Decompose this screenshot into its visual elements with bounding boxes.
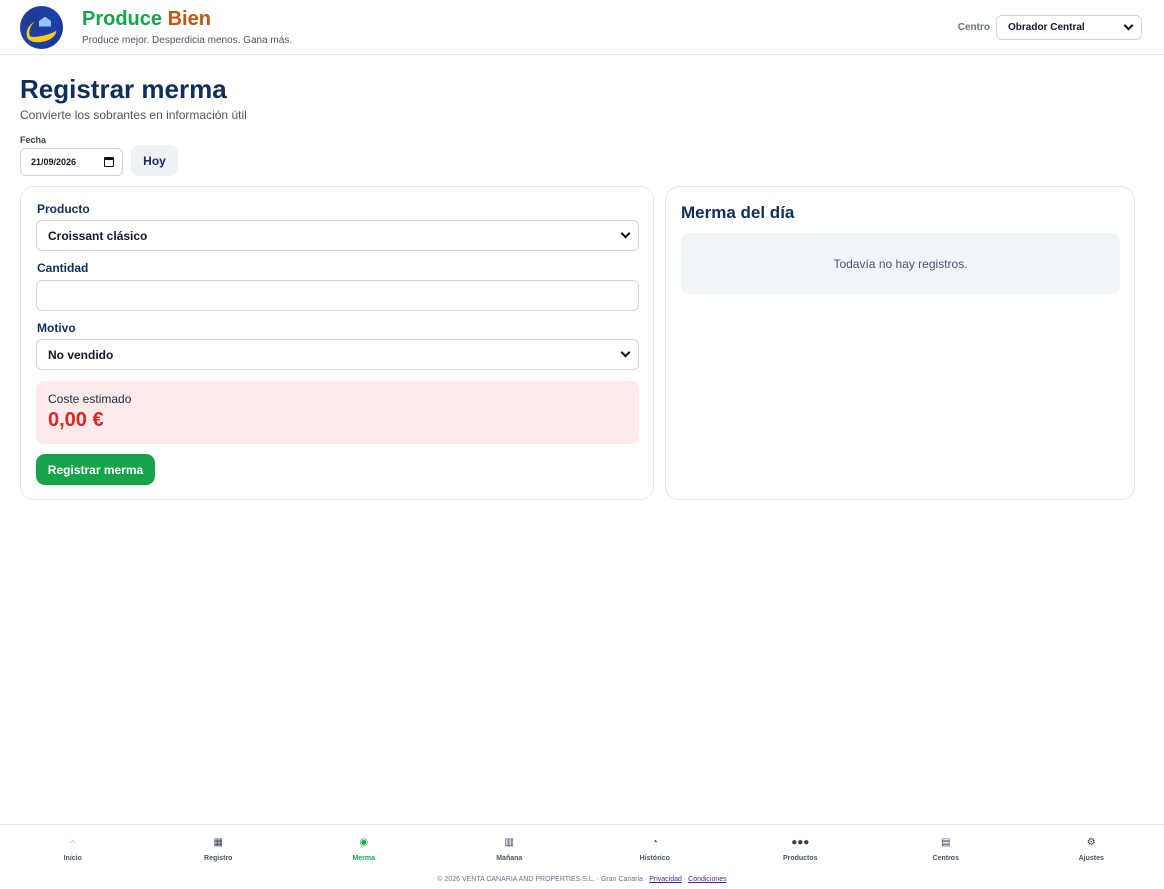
nav-item-merma[interactable]: ◉ Merma — [291, 825, 437, 872]
cantidad-label: Cantidad — [37, 261, 89, 275]
page-title: Registrar merma — [20, 74, 227, 104]
fecha-value: 21/09/2026 — [31, 157, 77, 167]
producto-select[interactable]: Croissant clásico — [36, 220, 639, 251]
clock-icon: ◔ — [651, 837, 658, 848]
registrar-merma-button[interactable]: Registrar merma — [36, 454, 155, 485]
merma-del-dia-card: Merma del día Todavía no hay registros. — [665, 186, 1135, 500]
dots-icon: ●●● — [791, 837, 810, 848]
calendar-icon[interactable] — [104, 157, 114, 167]
nav-label: Productos — [782, 855, 818, 862]
fecha-label: Fecha — [20, 135, 47, 145]
brand-name-first: Produce — [82, 8, 163, 30]
merma-form-card: Producto Croissant clásico Cantidad Moti… — [20, 186, 654, 500]
brand: Produce Bien Produce mejor. Desperdicia … — [82, 8, 292, 46]
nav-item-centros[interactable]: ▤ Centros — [873, 825, 1019, 872]
coste-estimado-box: Coste estimado 0,00 € — [36, 381, 639, 444]
nav-label: Merma — [352, 855, 376, 862]
centro-selector: Centro Obrador Central — [957, 14, 1142, 40]
nav-item-inicio[interactable]: ^ Inicio — [0, 825, 146, 872]
centro-label: Centro — [957, 21, 990, 33]
hoy-button[interactable]: Hoy — [131, 145, 178, 176]
centro-select-value: Obrador Central — [1008, 21, 1085, 33]
footer-copyright: © 2026 VENTA CANARIA AND PROPERTIES S.L.… — [437, 876, 648, 883]
nav-item-registro[interactable]: ▦ Registro — [146, 825, 292, 872]
brand-logo[interactable] — [20, 5, 63, 49]
cantidad-input[interactable] — [36, 280, 639, 311]
home-icon: ^ — [70, 838, 75, 848]
privacy-link[interactable]: Privacidad — [649, 876, 682, 883]
centro-select[interactable]: Obrador Central — [996, 14, 1142, 40]
nav-label: Registro — [204, 855, 233, 862]
nav-item-ajustes[interactable]: ⚙ Ajustes — [1019, 825, 1164, 872]
app-header: Produce Bien Produce mejor. Desperdicia … — [0, 0, 1164, 55]
nav-label: Inicio — [63, 855, 82, 862]
motivo-label: Motivo — [37, 321, 76, 335]
chevron-down-icon — [620, 228, 631, 239]
nav-item-manana[interactable]: ▥ Mañana — [437, 825, 583, 872]
footer-separator: · — [683, 876, 687, 883]
brand-name-second: Bien — [167, 8, 211, 30]
nav-label: Centros — [932, 855, 959, 862]
bottom-nav: ^ Inicio ▦ Registro ◉ Merma ▥ Mañana ◔ H… — [0, 824, 1164, 872]
motivo-select-value: No vendido — [48, 347, 114, 362]
grid-icon: ▦ — [213, 837, 223, 848]
merma-del-dia-title: Merma del día — [681, 203, 795, 222]
calendar-icon: ▥ — [504, 837, 514, 848]
page: Produce Bien Produce mejor. Desperdicia … — [0, 0, 1164, 889]
coste-value: 0,00 € — [48, 409, 104, 431]
nav-item-historico[interactable]: ◔ Histórico — [582, 825, 728, 872]
nav-label: Mañana — [496, 855, 523, 862]
empty-state: Todavía no hay registros. — [681, 233, 1120, 294]
producto-label: Producto — [37, 202, 90, 216]
gear-icon: ⚙ — [1086, 837, 1096, 848]
nav-label: Histórico — [639, 855, 670, 862]
producto-select-value: Croissant clásico — [48, 228, 148, 243]
brand-name: Produce Bien — [82, 8, 292, 30]
target-icon: ◉ — [359, 837, 369, 848]
chevron-down-icon — [620, 347, 631, 358]
page-subtitle: Convierte los sobrantes en información ú… — [20, 108, 247, 122]
nav-item-productos[interactable]: ●●● Productos — [728, 825, 874, 872]
footer: © 2026 VENTA CANARIA AND PROPERTIES S.L.… — [0, 876, 1164, 883]
nav-label: Ajustes — [1078, 855, 1104, 862]
store-icon: ▤ — [941, 837, 951, 848]
chevron-down-icon — [1123, 20, 1134, 30]
fecha-input[interactable]: 21/09/2026 — [20, 148, 123, 176]
motivo-select[interactable]: No vendido — [36, 339, 639, 370]
terms-link[interactable]: Condiciones — [688, 876, 727, 883]
brand-tagline: Produce mejor. Desperdicia menos. Gana m… — [82, 35, 293, 46]
coste-label: Coste estimado — [48, 392, 132, 406]
